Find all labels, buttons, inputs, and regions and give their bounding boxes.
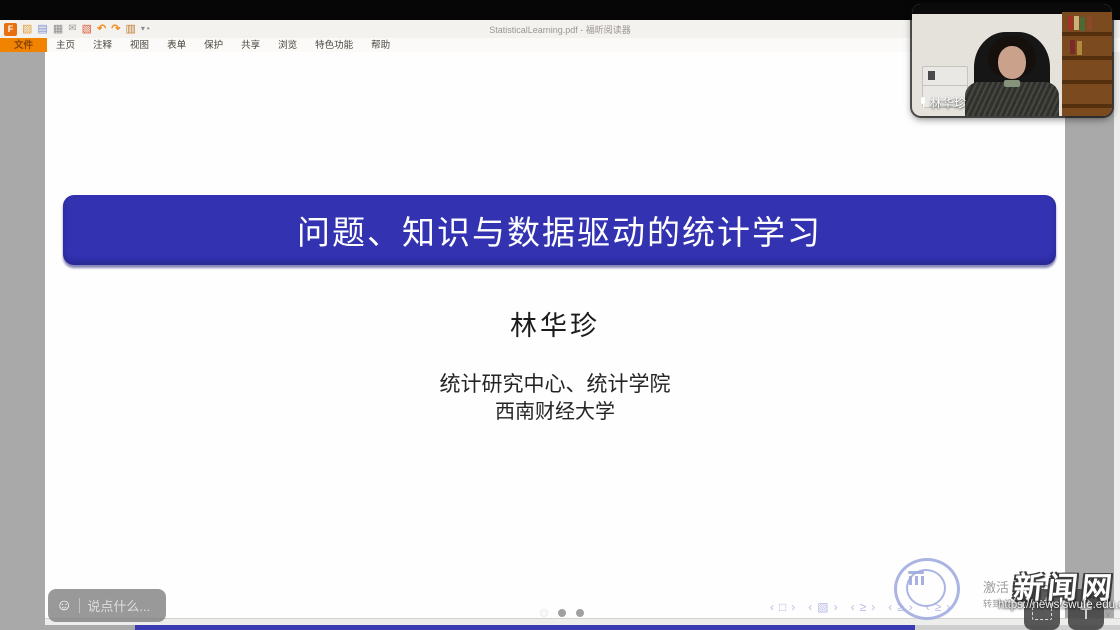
page-dot-active[interactable]	[540, 609, 548, 617]
monitor-icon[interactable]: □	[779, 600, 786, 614]
tab-view[interactable]: 视图	[121, 38, 158, 52]
tab-protect[interactable]: 保护	[195, 38, 232, 52]
pdf-page: 问题、知识与数据驱动的统计学习 林华珍 统计研究中心、统计学院 西南财经大学	[45, 52, 1065, 618]
speaker-body	[965, 82, 1059, 116]
right-canvas-margin	[1065, 52, 1114, 630]
webcam-name-label: 林华珍	[920, 94, 966, 111]
next-arrow-icon[interactable]: ›	[791, 600, 795, 614]
page-dot[interactable]	[576, 609, 584, 617]
emoji-icon[interactable]: ☺	[56, 598, 72, 614]
nav-control-zigzag-1: ‹ ≥ ›	[851, 600, 876, 614]
box-icon[interactable]: ▧	[817, 600, 828, 614]
bottom-bar-left	[0, 625, 135, 630]
tab-special-features[interactable]: 特色功能	[306, 38, 362, 52]
prev-arrow-icon[interactable]: ‹	[888, 600, 892, 614]
news-site-url: https://news.swufe.edu.cn	[998, 599, 1120, 611]
slide-title: 问题、知识与数据驱动的统计学习	[297, 206, 822, 254]
slide-author: 林华珍	[45, 304, 1065, 343]
prev-arrow-icon[interactable]: ‹	[851, 600, 855, 614]
prev-arrow-icon[interactable]: ‹	[808, 600, 812, 614]
speaker-face	[998, 46, 1026, 79]
page-dot[interactable]	[558, 609, 566, 617]
tab-home[interactable]: 主页	[47, 38, 84, 52]
nav-control-box: ‹ ▧ ›	[808, 600, 837, 614]
tab-help[interactable]: 帮助	[362, 38, 399, 52]
chat-placeholder: 说点什么...	[87, 596, 150, 615]
prev-arrow-icon[interactable]: ‹	[770, 600, 774, 614]
bottom-blue-bar	[135, 625, 915, 630]
webcam-overlay[interactable]: 林华珍	[912, 4, 1112, 116]
tab-form[interactable]: 表单	[158, 38, 195, 52]
next-arrow-icon[interactable]: ›	[834, 600, 838, 614]
speaker-name: 林华珍	[930, 94, 966, 111]
slide-affiliation-1: 统计研究中心、统计学院	[45, 368, 1065, 398]
microphone-icon	[920, 97, 926, 109]
nav-control-monitor: ‹ □ ›	[770, 600, 795, 614]
webcast-video-frame: F ▨ ▤ ▦ ✉ ▧ ↶ ↷ ▥ ▾• StatisticalLearning…	[0, 0, 1120, 630]
left-canvas-margin	[0, 52, 45, 630]
tab-comment[interactable]: 注释	[84, 38, 121, 52]
vertical-scrollbar[interactable]	[1114, 52, 1120, 630]
speaker-collar	[1004, 80, 1020, 87]
university-seal-watermark	[894, 558, 960, 620]
tab-file[interactable]: 文件	[0, 38, 47, 52]
slide-title-banner: 问题、知识与数据驱动的统计学习	[63, 195, 1056, 265]
chat-input[interactable]: ☺ 说点什么...	[48, 589, 166, 622]
chat-divider	[79, 598, 80, 613]
tab-share[interactable]: 共享	[232, 38, 269, 52]
tab-browse[interactable]: 浏览	[269, 38, 306, 52]
slide-affiliation-2: 西南财经大学	[45, 395, 1065, 424]
next-arrow-icon[interactable]: ›	[871, 600, 875, 614]
zigzag-icon[interactable]: ≥	[860, 600, 867, 614]
slide-progress-dots	[540, 609, 584, 617]
